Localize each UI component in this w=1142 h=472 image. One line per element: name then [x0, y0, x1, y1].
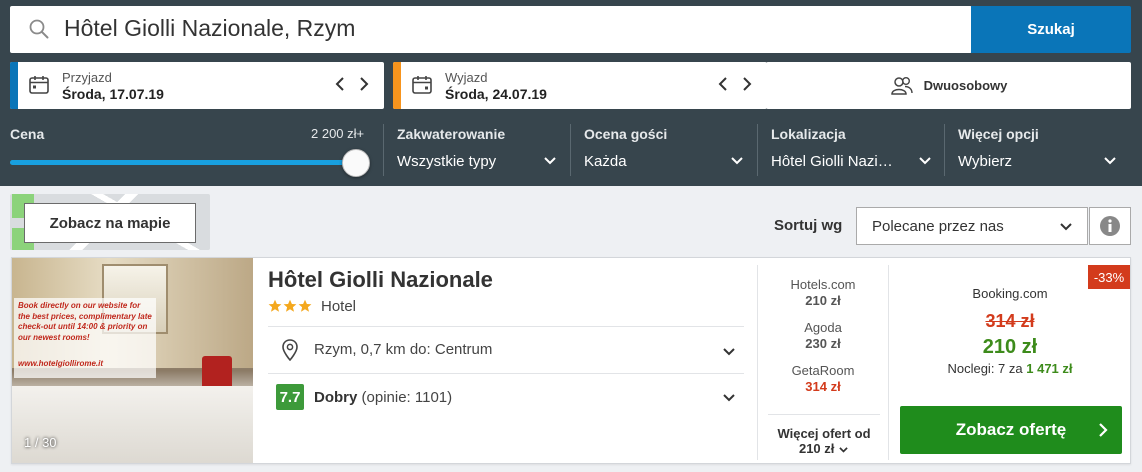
sort-select[interactable]: Polecane przez nas	[856, 207, 1088, 245]
price-slider-track[interactable]	[10, 160, 358, 165]
accommodation-filter-value: Wszystkie typy	[397, 153, 497, 170]
provider-price: 230 zł	[805, 336, 841, 351]
chevron-down-icon	[1060, 223, 1072, 231]
checkin-value: Środa, 17.07.19	[62, 86, 164, 102]
checkout-accent	[393, 62, 401, 109]
accommodation-filter[interactable]: Zakwaterowanie Wszystkie typy	[383, 120, 570, 186]
row-divider	[268, 373, 744, 374]
search-button[interactable]: Szukaj	[971, 6, 1131, 53]
row-divider	[268, 326, 744, 327]
provider-name: Agoda	[804, 320, 842, 335]
original-price: 314 zł	[985, 311, 1035, 331]
chevron-left-icon[interactable]	[717, 73, 729, 95]
info-button[interactable]	[1089, 207, 1131, 245]
sort-select-value: Polecane przez nas	[872, 217, 1004, 235]
more-options-filter-title: Więcej opcji	[958, 126, 1039, 142]
calendar-icon	[29, 76, 49, 94]
price-filter[interactable]: Cena 2 200 zł+	[0, 120, 380, 186]
hotel-photo[interactable]: Book directly on our website for the bes…	[12, 258, 253, 463]
hotel-name[interactable]: Hôtel Giolli Nazionale	[268, 267, 493, 293]
nights-label: Noclegi: 7 za	[947, 361, 1023, 376]
show-on-map-button[interactable]: Zobacz na mapie	[24, 203, 196, 243]
chevron-down-icon	[544, 157, 556, 165]
room-type-selector[interactable]: Dwuosobowy	[766, 62, 1131, 109]
checkout-label: Wyjazd	[445, 70, 488, 85]
guest-rating-filter-value: Każda	[584, 153, 627, 170]
calendar-icon	[412, 76, 432, 94]
search-input[interactable]: Hôtel Giolli Nazionale, Rzym	[64, 15, 355, 42]
rating-summary[interactable]: Dobry (opinie: 1101)	[314, 389, 452, 406]
accommodation-type: Hotel	[321, 298, 357, 315]
rating-word: Dobry	[314, 389, 358, 406]
more-offers-button[interactable]: Więcej ofert od 210 zł	[768, 426, 880, 456]
search-header: Hôtel Giolli Nazionale, Rzym Szukaj Przy…	[0, 0, 1142, 186]
users-icon	[890, 76, 913, 95]
nights-total: 1 471 zł	[1026, 361, 1073, 376]
nights-summary: Noclegi: 7 za 1 471 zł	[888, 361, 1132, 376]
checkout-date-picker[interactable]: Wyjazd Środa, 24.07.19	[393, 62, 767, 109]
provider-offer[interactable]: Agoda 230 zł	[768, 320, 878, 351]
price-max-value: 2 200 zł+	[311, 126, 365, 141]
filter-bar: Cena 2 200 zł+ Zakwaterowanie Wszystkie …	[0, 120, 1142, 186]
photo-bed	[12, 386, 253, 463]
column-divider	[757, 265, 758, 460]
chevron-down-icon[interactable]	[722, 391, 736, 405]
search-icon	[29, 19, 49, 39]
info-icon	[1100, 216, 1120, 236]
view-deal-label: Zobacz ofertę	[955, 420, 1067, 439]
star-icon	[268, 299, 282, 312]
provider-price: 210 zł	[805, 293, 841, 308]
chevron-right-icon[interactable]	[741, 73, 753, 95]
photo-counter: 1 / 30	[24, 435, 57, 450]
more-offers-label: Więcej ofert od	[777, 426, 871, 441]
checkin-date-picker[interactable]: Przyjazd Środa, 17.07.19	[10, 62, 384, 109]
best-deal-provider: Booking.com	[972, 286, 1048, 301]
sort-label: Sortuj wg	[774, 217, 843, 234]
price-filter-title: Cena	[10, 126, 45, 142]
price-slider-fill	[10, 160, 358, 165]
search-bar[interactable]: Hôtel Giolli Nazionale, Rzym	[10, 6, 972, 53]
more-options-filter[interactable]: Więcej opcji Wybierz	[944, 120, 1134, 186]
photo-website-text: www.hotelgiollirome.it	[18, 359, 104, 368]
star-icon	[298, 299, 312, 312]
hotel-location[interactable]: Rzym, 0,7 km do: Centrum	[314, 341, 492, 358]
chevron-right-icon[interactable]	[358, 73, 370, 95]
chevron-down-icon	[1104, 157, 1116, 165]
location-filter[interactable]: Lokalizacja Hôtel Giolli Nazi…	[757, 120, 944, 186]
chevron-down-icon	[919, 157, 931, 165]
more-options-filter-value: Wybierz	[958, 153, 1013, 170]
star-icon	[283, 299, 297, 312]
provider-name: Hotels.com	[790, 277, 856, 292]
guest-rating-filter[interactable]: Ocena gości Każda	[570, 120, 757, 186]
chevron-down-icon[interactable]	[722, 345, 736, 359]
rating-score-badge: 7.7	[276, 384, 304, 410]
chevron-down-icon	[839, 446, 848, 453]
room-type-label: Dwuosobowy	[923, 78, 1008, 93]
chevron-right-icon	[1099, 423, 1108, 437]
star-rating	[268, 299, 312, 313]
provider-name: GetaRoom	[791, 363, 855, 378]
guest-rating-filter-title: Ocena gości	[584, 126, 668, 142]
location-pin-icon	[282, 339, 298, 361]
location-filter-title: Lokalizacja	[771, 126, 846, 142]
provider-offer[interactable]: Hotels.com 210 zł	[768, 277, 878, 308]
rating-count: (opinie: 1101)	[361, 389, 453, 406]
checkout-value: Środa, 24.07.19	[445, 86, 547, 102]
more-offers-price: 210 zł	[798, 441, 835, 456]
chevron-down-icon	[731, 157, 743, 165]
location-filter-value: Hôtel Giolli Nazi…	[771, 153, 893, 170]
accommodation-filter-title: Zakwaterowanie	[397, 126, 506, 142]
provider-price: 314 zł	[805, 379, 841, 394]
checkin-accent	[10, 62, 18, 109]
view-deal-button[interactable]: Zobacz ofertę	[900, 406, 1122, 454]
checkin-label: Przyjazd	[62, 70, 112, 85]
row-divider	[768, 414, 880, 415]
deal-price: 210 zł	[982, 336, 1038, 358]
chevron-left-icon[interactable]	[334, 73, 346, 95]
price-slider-handle[interactable]	[342, 149, 370, 177]
provider-offer[interactable]: GetaRoom 314 zł	[768, 363, 878, 394]
hotel-result-card: Book directly on our website for the bes…	[11, 257, 1131, 464]
